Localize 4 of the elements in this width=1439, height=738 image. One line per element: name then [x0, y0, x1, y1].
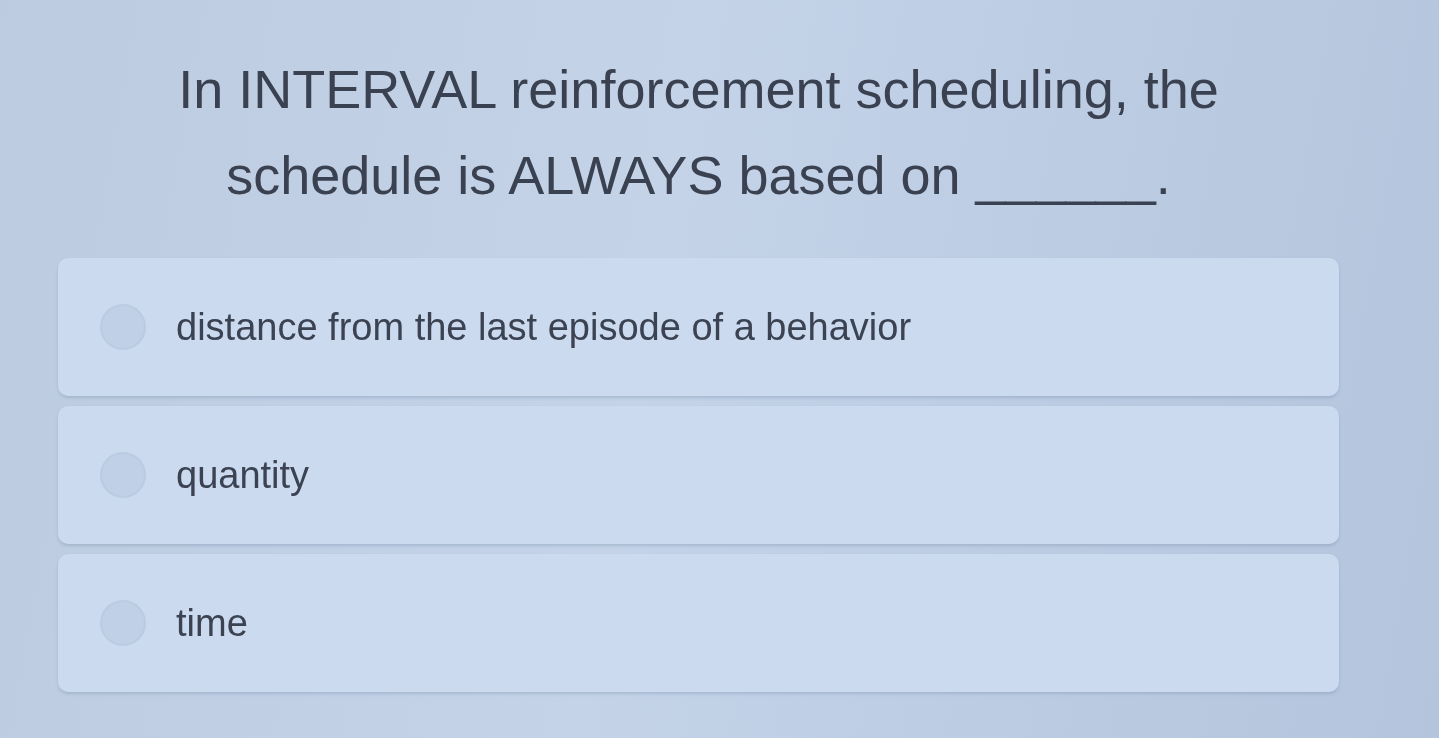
answer-option[interactable]: distance from the last episode of a behavior [58, 258, 1339, 396]
question-text: In INTERVAL reinforcement scheduling, the schedule is ALWAYS based on ______. [177, 58, 1220, 207]
answer-option[interactable]: time [58, 554, 1339, 692]
answer-option[interactable]: quantity [58, 406, 1339, 544]
